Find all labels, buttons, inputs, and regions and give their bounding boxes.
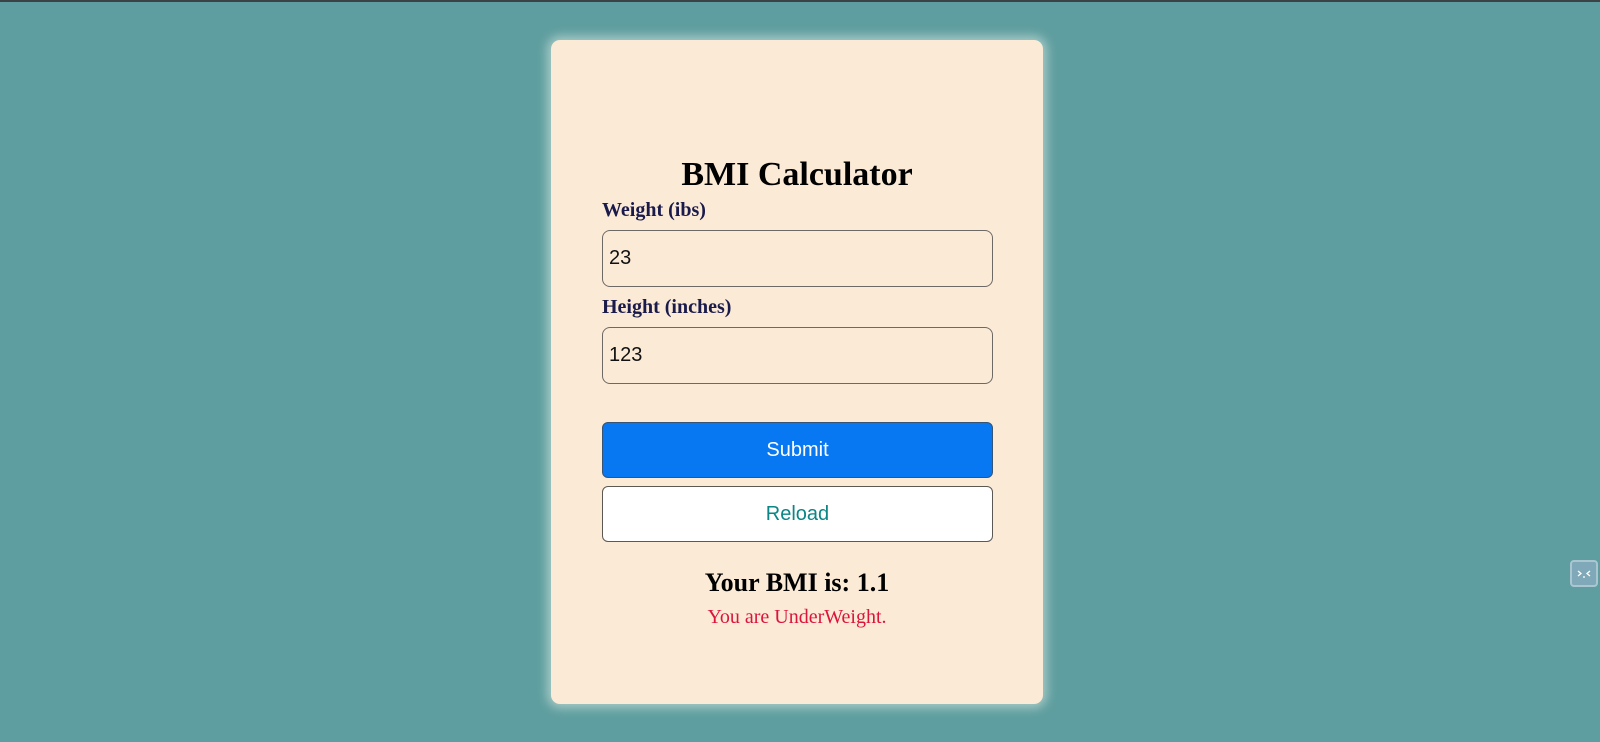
weight-input[interactable] (602, 230, 993, 287)
page-title: BMI Calculator (681, 156, 913, 193)
bmi-status: You are UnderWeight. (707, 606, 887, 628)
top-border (0, 0, 1600, 2)
bmi-result: Your BMI is: 1.1 (704, 568, 890, 597)
side-widget-button[interactable] (1570, 560, 1598, 587)
submit-button[interactable]: Submit (602, 422, 993, 478)
reload-button[interactable]: Reload (602, 486, 993, 542)
height-label: Height (inches) (602, 296, 732, 318)
height-input[interactable] (602, 327, 993, 384)
collapse-icon (1577, 570, 1591, 578)
weight-label: Weight (ibs) (602, 199, 706, 221)
